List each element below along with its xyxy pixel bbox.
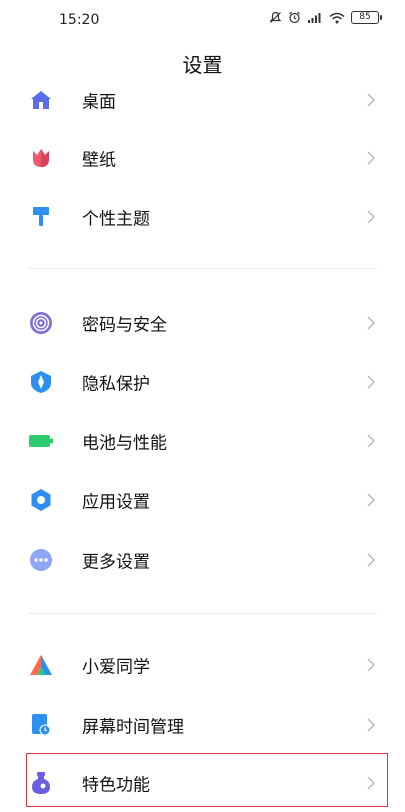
settings-item-app-settings[interactable]: 应用设置 (0, 471, 405, 529)
settings-item-password-security[interactable]: 密码与安全 (0, 294, 405, 352)
home-icon (28, 87, 54, 113)
settings-item-battery-performance[interactable]: 电池与性能 (0, 412, 405, 470)
signal-icon (308, 12, 321, 23)
status-time: 15:20 (59, 12, 100, 28)
settings-item-label: 小爱同学 (82, 657, 150, 678)
status-bar: 15:20 85 (0, 0, 405, 40)
status-icons: 85 (269, 11, 382, 24)
settings-item-screen-time[interactable]: 屏幕时间管理 (0, 696, 405, 754)
settings-item-privacy[interactable]: 隐私保护 (0, 353, 405, 411)
battery-icon (28, 428, 54, 454)
potion-icon (28, 770, 54, 796)
settings-item-label: 电池与性能 (82, 433, 167, 454)
screen-time-icon (28, 712, 54, 738)
settings-item-xiaoai[interactable]: 小爱同学 (0, 636, 405, 694)
settings-item-label: 应用设置 (82, 492, 150, 513)
tulip-icon (28, 145, 54, 171)
chevron-right-icon (367, 151, 376, 165)
wifi-icon (329, 12, 345, 23)
settings-item-label: 个性主题 (82, 209, 150, 230)
chevron-right-icon (367, 375, 376, 389)
settings-item-label: 密码与安全 (82, 315, 167, 336)
settings-item-wallpaper[interactable]: 壁纸 (0, 129, 405, 187)
chevron-right-icon (367, 434, 376, 448)
fingerprint-icon (28, 310, 54, 336)
settings-item-special-features[interactable]: 特色功能 (0, 754, 405, 812)
settings-item-theme[interactable]: 个性主题 (0, 188, 405, 246)
chevron-right-icon (367, 658, 376, 672)
settings-item-label: 屏幕时间管理 (82, 717, 184, 738)
paint-roller-icon (28, 204, 54, 230)
settings-item-label: 更多设置 (82, 552, 150, 573)
section-divider (28, 268, 377, 269)
settings-item-more-settings[interactable]: 更多设置 (0, 531, 405, 589)
settings-item-label: 壁纸 (82, 150, 116, 171)
chevron-right-icon (367, 493, 376, 507)
chevron-right-icon (367, 210, 376, 224)
chevron-right-icon (367, 316, 376, 330)
settings-item-label: 隐私保护 (82, 374, 150, 395)
section-divider (28, 613, 377, 614)
mute-bell-icon (269, 11, 282, 23)
settings-item-desktop[interactable]: 桌面 (0, 71, 405, 129)
chevron-right-icon (367, 93, 376, 107)
settings-item-label: 桌面 (82, 92, 116, 113)
shield-icon (28, 369, 54, 395)
gear-icon (28, 487, 54, 513)
chevron-right-icon (367, 718, 376, 732)
alarm-icon (289, 11, 300, 24)
xiaoai-icon (28, 652, 54, 678)
chevron-right-icon (367, 553, 376, 567)
more-dots-icon (28, 547, 54, 573)
battery-indicator: 85 (351, 11, 382, 24)
chevron-right-icon (367, 776, 376, 790)
settings-item-label: 特色功能 (82, 775, 150, 796)
